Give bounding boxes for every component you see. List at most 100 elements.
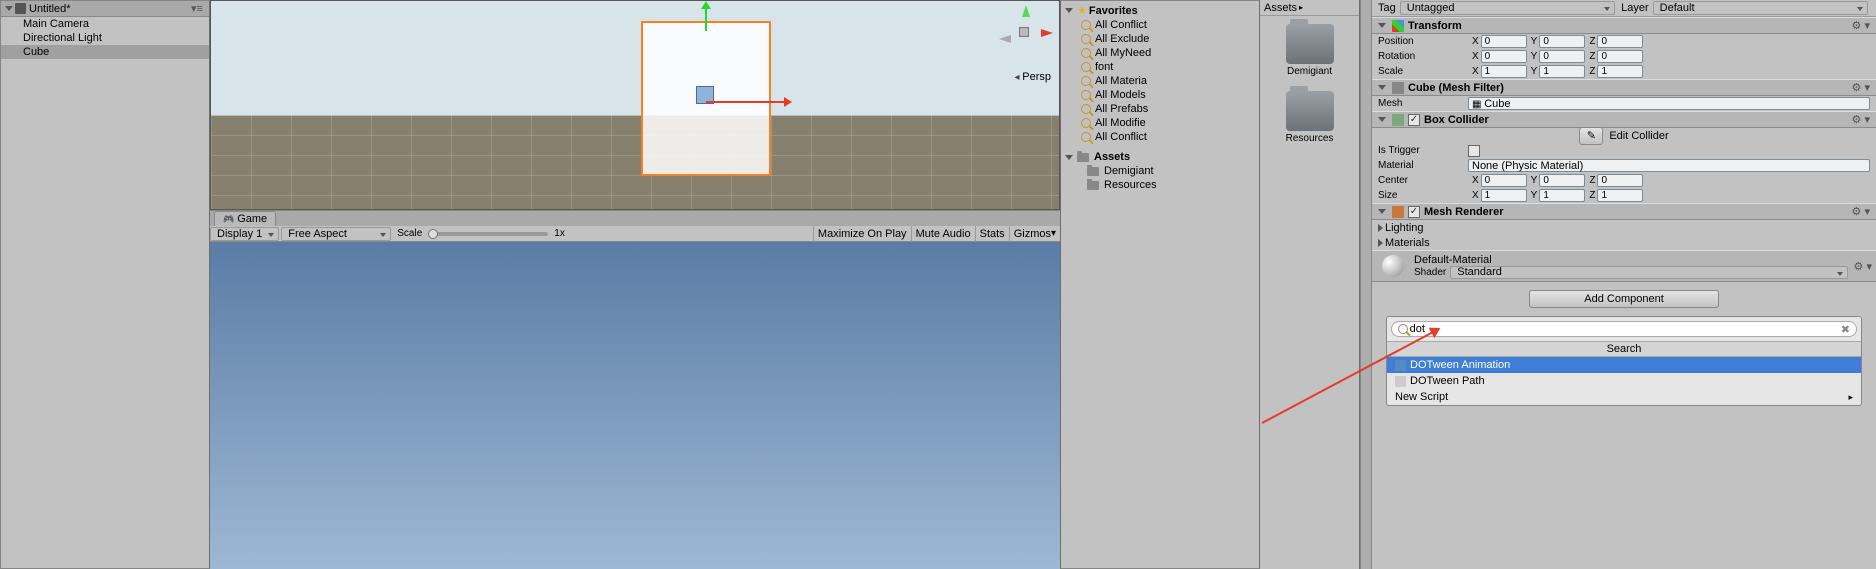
pos-y-input[interactable] xyxy=(1539,35,1585,48)
material-preview-icon xyxy=(1382,255,1404,277)
center-z-input[interactable] xyxy=(1597,174,1643,187)
favorite-search[interactable]: All Materia xyxy=(1061,74,1259,88)
gizmo-x-axis[interactable] xyxy=(706,101,786,103)
rot-z-input[interactable] xyxy=(1597,50,1643,63)
axis-z-icon[interactable] xyxy=(999,35,1011,43)
pos-x-input[interactable] xyxy=(1481,35,1527,48)
renderer-enable-checkbox[interactable] xyxy=(1408,206,1420,218)
size-z-input[interactable] xyxy=(1597,189,1643,202)
meshfilter-header[interactable]: Cube (Mesh Filter)⚙ ▾ xyxy=(1372,79,1876,96)
center-x-input[interactable] xyxy=(1481,174,1527,187)
mesh-field[interactable]: ▦ Cube xyxy=(1468,97,1870,110)
gear-icon[interactable]: ⚙ ▾ xyxy=(1852,113,1870,126)
size-label: Size xyxy=(1378,190,1468,201)
rot-x-input[interactable] xyxy=(1481,50,1527,63)
shader-label: Shader xyxy=(1414,267,1446,278)
display-dropdown[interactable]: Display 1 xyxy=(210,227,279,241)
maximize-button[interactable]: Maximize On Play xyxy=(813,226,911,242)
meshrenderer-header[interactable]: Mesh Renderer⚙ ▾ xyxy=(1372,203,1876,220)
layer-dropdown[interactable]: Default xyxy=(1653,1,1868,15)
foldout-icon[interactable] xyxy=(1378,239,1383,247)
search-result-item[interactable]: New Script▸ xyxy=(1387,389,1861,405)
search-icon xyxy=(1081,20,1091,30)
scene-view[interactable]: ◂ Persp xyxy=(210,0,1060,210)
axis-y-icon[interactable] xyxy=(1022,5,1030,17)
search-result-item[interactable]: DOTween Path xyxy=(1387,373,1861,389)
game-tab[interactable]: 🎮Game xyxy=(214,211,276,226)
gear-icon[interactable]: ⚙ ▾ xyxy=(1852,205,1870,218)
aspect-dropdown[interactable]: Free Aspect xyxy=(281,227,391,241)
hierarchy-item[interactable]: Main Camera xyxy=(1,17,209,31)
folder-icon xyxy=(1286,24,1334,64)
favorite-search[interactable]: All Conflict xyxy=(1061,130,1259,144)
project-folder[interactable]: Resources xyxy=(1061,178,1259,192)
rot-y-input[interactable] xyxy=(1539,50,1585,63)
project-folder[interactable]: Demigiant xyxy=(1061,164,1259,178)
favorite-search[interactable]: All Exclude xyxy=(1061,32,1259,46)
favorite-search[interactable]: All Prefabs xyxy=(1061,102,1259,116)
foldout-icon[interactable] xyxy=(1378,224,1383,232)
size-y-input[interactable] xyxy=(1539,189,1585,202)
shader-dropdown[interactable]: Standard xyxy=(1450,266,1847,279)
phys-material-field[interactable]: None (Physic Material) xyxy=(1468,159,1870,172)
mute-button[interactable]: Mute Audio xyxy=(911,226,975,242)
scene-name[interactable]: Untitled* xyxy=(29,3,71,15)
game-toolbar: Display 1 Free Aspect Scale 1x Maximize … xyxy=(210,226,1060,242)
persp-label[interactable]: ◂ Persp xyxy=(1014,71,1051,83)
center-y-input[interactable] xyxy=(1539,174,1585,187)
scale-slider[interactable] xyxy=(428,232,548,236)
trigger-checkbox[interactable] xyxy=(1468,145,1480,157)
hierarchy-options-icon[interactable]: ▾≡ xyxy=(189,2,205,15)
transform-header[interactable]: Transform⚙ ▾ xyxy=(1372,17,1876,34)
favorite-search[interactable]: All MyNeed xyxy=(1061,46,1259,60)
tag-dropdown[interactable]: Untagged xyxy=(1400,1,1615,15)
scale-y-input[interactable] xyxy=(1539,65,1585,78)
stats-button[interactable]: Stats xyxy=(975,226,1009,242)
scale-z-input[interactable] xyxy=(1597,65,1643,78)
folder-icon xyxy=(1087,181,1099,190)
breadcrumb[interactable]: Assets ▸ xyxy=(1260,0,1359,16)
asset-item[interactable]: Demigiant xyxy=(1260,16,1359,83)
gear-icon[interactable]: ⚙ ▾ xyxy=(1852,81,1870,94)
hierarchy-item-selected[interactable]: Cube xyxy=(1,45,209,59)
add-component-button[interactable]: Add Component xyxy=(1529,290,1719,308)
orientation-gizmo[interactable] xyxy=(997,5,1053,61)
folder-icon xyxy=(1286,91,1334,131)
gizmos-dropdown[interactable]: Gizmos ▾ xyxy=(1009,226,1060,242)
material-header[interactable]: Default-Material ShaderStandard ⚙ ▾ xyxy=(1372,250,1876,282)
tag-label: Tag xyxy=(1378,2,1396,14)
gear-icon[interactable]: ⚙ ▾ xyxy=(1852,19,1870,32)
foldout-icon[interactable] xyxy=(5,6,13,11)
gear-icon[interactable]: ⚙ ▾ xyxy=(1854,260,1872,273)
edit-collider-icon-button[interactable]: ✎ xyxy=(1579,127,1603,145)
favorites-header[interactable]: ★Favorites xyxy=(1061,3,1259,18)
search-icon xyxy=(1398,324,1408,334)
gizmo-y-axis[interactable] xyxy=(705,7,707,31)
boxcollider-header[interactable]: Box Collider⚙ ▾ xyxy=(1372,111,1876,128)
favorite-search[interactable]: All Conflict xyxy=(1061,18,1259,32)
game-view[interactable] xyxy=(210,242,1060,569)
scale-x-input[interactable] xyxy=(1481,65,1527,78)
pos-z-input[interactable] xyxy=(1597,35,1643,48)
lighting-label[interactable]: Lighting xyxy=(1385,222,1424,234)
clear-search-icon[interactable]: ✖ xyxy=(1841,323,1850,336)
axis-x-icon[interactable] xyxy=(1041,29,1053,37)
favorite-search[interactable]: All Models xyxy=(1061,88,1259,102)
phys-material-label: Material xyxy=(1378,160,1468,171)
materials-label[interactable]: Materials xyxy=(1385,237,1430,249)
component-search-field[interactable]: ✖ xyxy=(1391,321,1857,337)
search-icon xyxy=(1081,62,1091,72)
hierarchy-item[interactable]: Directional Light xyxy=(1,31,209,45)
search-result-item[interactable]: DOTween Animation xyxy=(1387,357,1861,373)
asset-item[interactable]: Resources xyxy=(1260,83,1359,150)
assets-folder[interactable]: Assets xyxy=(1061,150,1259,164)
search-icon xyxy=(1081,132,1091,142)
trigger-label: Is Trigger xyxy=(1378,145,1468,156)
collider-enable-checkbox[interactable] xyxy=(1408,114,1420,126)
favorite-search[interactable]: All Modifie xyxy=(1061,116,1259,130)
size-x-input[interactable] xyxy=(1481,189,1527,202)
rotation-label: Rotation xyxy=(1378,51,1468,62)
favorite-search[interactable]: font xyxy=(1061,60,1259,74)
star-icon: ★ xyxy=(1077,4,1087,17)
component-search-input[interactable] xyxy=(1410,323,1841,335)
